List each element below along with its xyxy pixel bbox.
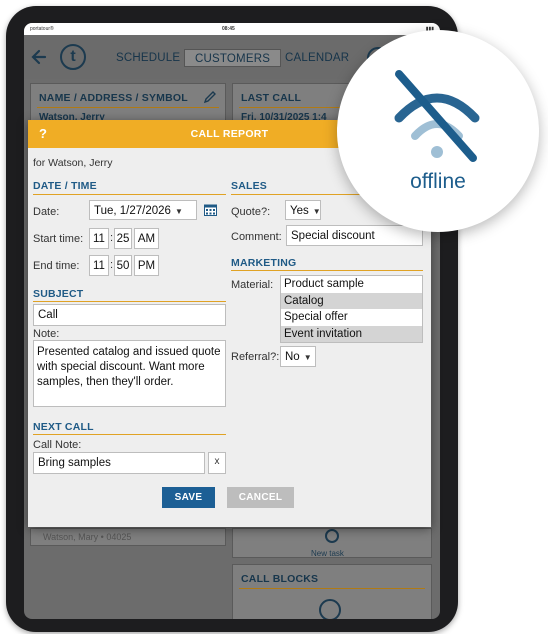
comment-input[interactable]: Special discount [286, 225, 423, 246]
end-time-label: End time: [33, 260, 80, 272]
clear-call-note-button[interactable]: x [208, 452, 226, 474]
offline-label: offline [410, 170, 466, 193]
back-arrow-icon[interactable] [30, 47, 50, 67]
subject-input[interactable]: Call [33, 304, 226, 326]
end-hour-input[interactable]: 11 [89, 255, 109, 276]
call-note-input[interactable]: Bring samples [33, 452, 205, 474]
calendar-icon[interactable] [204, 204, 217, 216]
tab-calendar[interactable]: CALENDAR [285, 49, 349, 67]
dim-record-text: Watson, Mary • 04025 [43, 532, 132, 542]
start-minute-input[interactable]: 25 [114, 228, 132, 249]
end-ampm-toggle[interactable]: PM [134, 255, 159, 276]
carrier-label: portatour® [30, 26, 54, 32]
chevron-down-icon: ▼ [174, 207, 183, 216]
material-option[interactable]: Product sample [281, 276, 422, 293]
call-note-label: Call Note: [33, 439, 82, 451]
chevron-down-icon: ▼ [312, 207, 321, 216]
next-call-rule [33, 434, 226, 435]
next-call-header: NEXT CALL [33, 421, 94, 433]
marketing-header: MARKETING [231, 257, 297, 269]
customer-context: for Watson, Jerry [33, 157, 113, 169]
status-bar: portatour® 08:45 ▮▮▮ [24, 23, 440, 35]
comment-label: Comment: [231, 231, 282, 243]
start-time-colon: : [110, 232, 114, 244]
new-task-panel: New task [232, 528, 432, 558]
marketing-rule [231, 270, 423, 271]
stage: portatour® 08:45 ▮▮▮ t SCHEDULE CUSTOMER… [0, 0, 548, 634]
start-hour-input[interactable]: 11 [89, 228, 109, 249]
date-select[interactable]: Tue, 1/27/2026 ▼ [89, 200, 197, 220]
date-label: Date: [33, 206, 60, 218]
call-blocks-rule [239, 588, 425, 589]
offline-badge: offline [337, 30, 539, 232]
app-logo: t [60, 44, 86, 70]
material-label: Material: [231, 279, 274, 291]
note-label: Note: [33, 328, 60, 340]
end-time-colon: : [110, 259, 114, 271]
left-bottom-panel: Watson, Mary • 04025 [30, 528, 226, 546]
subject-rule [33, 301, 226, 302]
material-option[interactable]: Catalog [281, 292, 422, 309]
call-blocks-icon[interactable] [319, 599, 341, 619]
note-textarea[interactable]: Presented catalog and issued quote with … [33, 340, 226, 407]
clock: 08:45 [222, 26, 235, 32]
cancel-button[interactable]: CANCEL [227, 487, 294, 508]
new-task-label[interactable]: New task [311, 549, 344, 558]
call-blocks-header: CALL BLOCKS [241, 573, 319, 585]
start-time-label: Start time: [33, 233, 84, 245]
referral-select[interactable]: No ▼ [280, 346, 316, 367]
new-task-icon[interactable] [325, 529, 339, 543]
subject-header: SUBJECT [33, 288, 84, 300]
date-value: Tue, 1/27/2026 [94, 205, 171, 217]
call-blocks-panel: CALL BLOCKS [232, 564, 432, 619]
material-listbox[interactable]: Product sample Catalog Special offer Eve… [280, 275, 423, 343]
date-time-rule [33, 194, 226, 195]
chevron-down-icon: ▼ [303, 353, 312, 362]
end-minute-input[interactable]: 50 [114, 255, 132, 276]
date-time-header: DATE / TIME [33, 180, 97, 192]
name-panel-rule [37, 107, 219, 108]
sales-header: SALES [231, 180, 268, 192]
start-ampm-toggle[interactable]: AM [134, 228, 159, 249]
pencil-icon[interactable] [203, 90, 217, 104]
referral-label: Referral?: [231, 351, 280, 363]
quote-label: Quote?: [231, 206, 271, 218]
quote-value: Yes [290, 205, 309, 217]
material-option[interactable]: Special offer [281, 309, 422, 326]
name-panel-header: NAME / ADDRESS / SYMBOL [39, 92, 188, 104]
tab-customers[interactable]: CUSTOMERS [184, 49, 282, 67]
quote-select[interactable]: Yes ▼ [285, 200, 321, 220]
tab-schedule[interactable]: SCHEDULE [116, 49, 180, 67]
material-option[interactable]: Event invitation [281, 325, 422, 342]
wifi-off-icon [394, 70, 480, 162]
last-call-header: LAST CALL [241, 92, 302, 104]
save-button[interactable]: SAVE [162, 487, 215, 508]
referral-value: No [285, 351, 300, 363]
